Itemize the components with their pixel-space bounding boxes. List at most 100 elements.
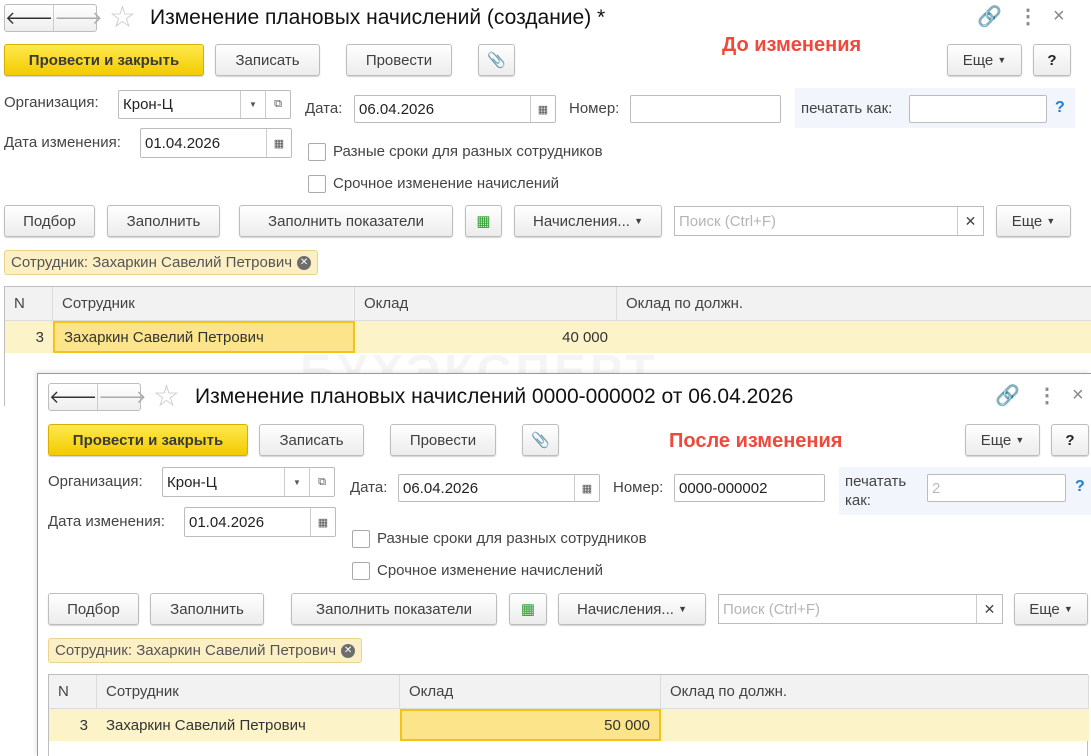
accruals-button[interactable]: Начисления... ▼ [558, 593, 706, 625]
urgent-change-checkbox[interactable] [352, 562, 370, 580]
cell-employee[interactable]: Захаркин Савелий Петрович [53, 321, 355, 353]
org-label: Организация: [48, 473, 143, 490]
save-button[interactable]: Записать [215, 44, 320, 76]
more-vertical-icon[interactable]: ⋮ [1037, 386, 1057, 406]
print-as-field[interactable] [909, 95, 1047, 123]
save-button[interactable]: Записать [259, 424, 364, 456]
print-as-field[interactable]: 2 [927, 474, 1066, 502]
urgent-change-checkbox[interactable] [308, 175, 326, 193]
post-and-close-button[interactable]: Провести и закрыть [48, 424, 248, 456]
dropdown-icon[interactable]: ▼ [284, 468, 309, 496]
diff-terms-checkbox[interactable] [352, 530, 370, 548]
chevron-down-icon: ▼ [997, 55, 1007, 65]
more-button[interactable]: Еще ▼ [965, 424, 1040, 456]
link-icon[interactable]: 🔗 [995, 386, 1020, 406]
paperclip-icon: 📎 [487, 52, 506, 69]
nav-buttons: 🡐 🡒 [48, 383, 147, 411]
window-title: Изменение плановых начислений 0000-00000… [195, 385, 794, 408]
chevron-down-icon: ▼ [1015, 435, 1025, 445]
column-header-salary[interactable]: Оклад [400, 675, 661, 709]
cell-n[interactable]: 3 [49, 709, 97, 741]
org-field[interactable]: Крон-Ц ▼ ⧉ [162, 467, 335, 497]
change-date-field[interactable]: 01.04.2026 ▦ [184, 507, 336, 537]
open-icon[interactable]: ⧉ [265, 91, 290, 118]
number-label: Номер: [569, 100, 620, 117]
more-button[interactable]: Еще ▼ [947, 44, 1022, 76]
org-value: Крон-Ц [167, 473, 217, 491]
diff-terms-checkbox[interactable] [308, 143, 326, 161]
close-icon[interactable]: × [1053, 6, 1065, 26]
urgent-change-label: Срочное изменение начислений [333, 175, 559, 192]
remove-filter-icon[interactable]: ✕ [297, 255, 312, 270]
forward-arrow-icon[interactable]: 🡒 [98, 384, 146, 410]
accruals-button[interactable]: Начисления... ▼ [514, 205, 662, 237]
remove-filter-icon[interactable]: ✕ [341, 643, 356, 658]
clear-search-icon[interactable]: ✕ [957, 207, 983, 235]
more-vertical-icon[interactable]: ⋮ [1018, 7, 1038, 27]
post-and-close-button[interactable]: Провести и закрыть [4, 44, 204, 76]
add-row-button[interactable]: ▦ [509, 593, 547, 625]
column-header-salary-position[interactable]: Оклад по должн. [617, 287, 1091, 321]
cell-salary[interactable]: 50 000 [400, 709, 661, 741]
cell-employee[interactable]: Захаркин Савелий Петрович [97, 709, 400, 741]
link-icon[interactable]: 🔗 [977, 7, 1002, 27]
back-arrow-icon[interactable]: 🡐 [5, 5, 55, 31]
clear-search-icon[interactable]: ✕ [976, 595, 1002, 623]
column-header-salary[interactable]: Оклад [355, 287, 617, 321]
filter-tag[interactable]: Сотрудник: Захаркин Савелий Петрович ✕ [48, 638, 363, 663]
fill-button[interactable]: Заполнить [150, 593, 264, 625]
number-field[interactable] [630, 95, 781, 123]
calendar-icon[interactable]: ▦ [266, 129, 291, 157]
search-input[interactable]: Поиск (Ctrl+F) ✕ [718, 594, 1003, 624]
attachment-button[interactable]: 📎 [478, 44, 515, 76]
filter-tag[interactable]: Сотрудник: Захаркин Савелий Петрович ✕ [4, 250, 319, 275]
favorite-star-icon[interactable]: ☆ [109, 3, 136, 33]
fill-button[interactable]: Заполнить [107, 205, 220, 237]
cell-salary-position[interactable] [661, 709, 1089, 741]
column-header-employee[interactable]: Сотрудник [53, 287, 355, 321]
date-field[interactable]: 06.04.2026 ▦ [354, 95, 556, 123]
table-more-button[interactable]: Еще ▼ [996, 205, 1071, 237]
more-label: Еще [1011, 212, 1043, 230]
column-header-n[interactable]: N [49, 675, 97, 709]
date-field[interactable]: 06.04.2026 ▦ [398, 474, 600, 502]
accruals-table: N Сотрудник Оклад Оклад по должн. 3 Заха… [48, 674, 1089, 756]
pick-button[interactable]: Подбор [4, 205, 95, 237]
dropdown-icon[interactable]: ▼ [240, 91, 265, 118]
date-value: 06.04.2026 [359, 100, 435, 118]
attachment-button[interactable]: 📎 [522, 424, 559, 456]
help-button[interactable]: ? [1051, 424, 1089, 456]
calendar-icon[interactable]: ▦ [574, 475, 599, 501]
calendar-icon[interactable]: ▦ [530, 96, 555, 122]
cell-salary-position[interactable] [617, 321, 1091, 353]
post-button[interactable]: Провести [346, 44, 452, 76]
fill-indicators-button[interactable]: Заполнить показатели [239, 205, 453, 237]
search-input[interactable]: Поиск (Ctrl+F) ✕ [674, 206, 984, 236]
change-date-field[interactable]: 01.04.2026 ▦ [140, 128, 292, 158]
add-row-button[interactable]: ▦ [465, 205, 502, 237]
help-question-icon[interactable]: ? [1055, 99, 1065, 117]
fill-indicators-button[interactable]: Заполнить показатели [291, 593, 497, 625]
cell-salary[interactable]: 40 000 [355, 321, 617, 353]
help-question-icon[interactable]: ? [1075, 478, 1085, 496]
pick-button[interactable]: Подбор [48, 593, 139, 625]
number-field[interactable]: 0000-000002 [674, 474, 825, 502]
change-date-label: Дата изменения: [4, 134, 121, 151]
window-title: Изменение плановых начислений (создание)… [150, 6, 606, 29]
column-header-employee[interactable]: Сотрудник [97, 675, 400, 709]
table-more-button[interactable]: Еще ▼ [1014, 593, 1088, 625]
post-button[interactable]: Провести [390, 424, 496, 456]
accruals-label: Начисления... [576, 600, 674, 618]
column-header-salary-position[interactable]: Оклад по должн. [661, 675, 1089, 709]
org-field[interactable]: Крон-Ц ▼ ⧉ [118, 90, 291, 119]
column-header-n[interactable]: N [5, 287, 53, 321]
close-icon[interactable]: × [1072, 385, 1084, 405]
open-icon[interactable]: ⧉ [309, 468, 334, 496]
calendar-icon[interactable]: ▦ [310, 508, 335, 536]
help-button[interactable]: ? [1033, 44, 1071, 76]
back-arrow-icon[interactable]: 🡐 [49, 384, 99, 410]
forward-arrow-icon[interactable]: 🡒 [54, 5, 102, 31]
change-date-value: 01.04.2026 [145, 134, 221, 152]
cell-n[interactable]: 3 [5, 321, 53, 353]
favorite-star-icon[interactable]: ☆ [153, 382, 180, 412]
